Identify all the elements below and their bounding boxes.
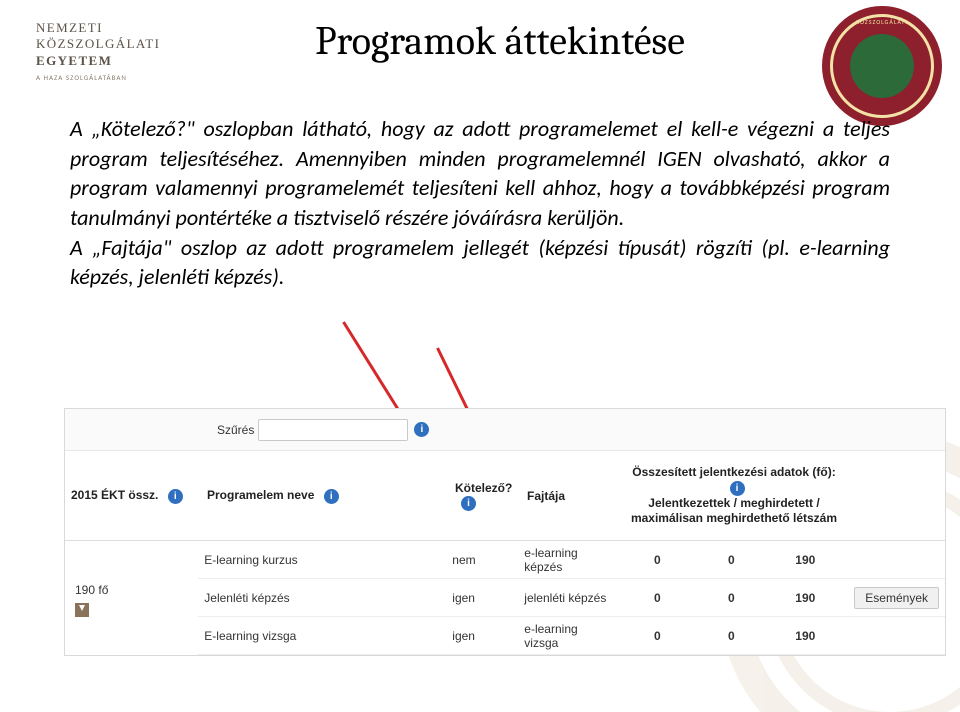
filter-row: Szűrés i: [65, 409, 945, 451]
logo-tagline: A HAZA SZOLGÁLATÁBAN: [36, 73, 206, 82]
summary-qty: 190 fő: [75, 583, 198, 597]
cell-type: e-learning képzés: [518, 546, 614, 574]
th-type: Fajtája: [521, 485, 617, 507]
logo-line-2: KÖZSZOLGÁLATI: [36, 36, 206, 52]
table-row: E-learning vizsga igen e-learning vizsga…: [198, 617, 945, 655]
th-name: Programelem neve i: [201, 484, 449, 508]
events-button[interactable]: Események: [854, 587, 939, 609]
th-summary: 2015 ÉKT össz. i: [65, 484, 201, 508]
cell-agg: 00190: [614, 553, 848, 567]
info-icon[interactable]: i: [168, 489, 183, 504]
table-header: 2015 ÉKT össz. i Programelem neve i Köte…: [65, 451, 945, 541]
cell-required: nem: [446, 553, 518, 567]
filter-label: Szűrés: [217, 423, 254, 437]
summary-column: 190 fő: [65, 577, 198, 620]
cell-agg: 00190: [614, 591, 848, 605]
logo-line-1: NEMZETI: [36, 20, 206, 36]
th-actions: [851, 492, 945, 500]
logo-line-3: EGYETEM: [36, 53, 206, 69]
cell-name: Jelenléti képzés: [198, 591, 446, 605]
body-paragraph: A „Kötelező?" oszlopban látható, hogy az…: [70, 114, 890, 292]
table-row: Jelenléti képzés igen jelenléti képzés 0…: [198, 579, 945, 617]
filter-input[interactable]: [258, 419, 408, 441]
download-icon[interactable]: [75, 603, 89, 617]
cell-name: E-learning kurzus: [198, 553, 446, 567]
cell-name: E-learning vizsga: [198, 629, 446, 643]
th-required: Kötelező? i: [449, 477, 521, 515]
university-logo-left: NEMZETI KÖZSZOLGÁLATI EGYETEM A HAZA SZO…: [36, 20, 206, 82]
body-text: A „Kötelező?" oszlopban látható, hogy az…: [70, 115, 890, 290]
program-table: Szűrés i 2015 ÉKT össz. i Programelem ne…: [64, 408, 946, 656]
cell-agg: 00190: [614, 629, 848, 643]
cell-required: igen: [446, 629, 518, 643]
table-body: E-learning kurzus nem e-learning képzés …: [198, 541, 945, 655]
slide: NEMZETI KÖZSZOLGÁLATI EGYETEM A HAZA SZO…: [0, 0, 960, 712]
info-icon[interactable]: i: [730, 481, 745, 496]
university-seal-right: KÖZSZOLGÁLATI: [822, 6, 942, 126]
table-row: E-learning kurzus nem e-learning képzés …: [198, 541, 945, 579]
info-icon[interactable]: i: [461, 496, 476, 511]
cell-required: igen: [446, 591, 518, 605]
cell-type: jelenléti képzés: [518, 591, 614, 605]
info-icon[interactable]: i: [414, 422, 429, 437]
cell-action: Események: [848, 587, 945, 609]
slide-title: Programok áttekintése: [200, 18, 800, 64]
th-aggregate: Összesített jelentkezési adatok (fő): i …: [617, 461, 851, 531]
cell-type: e-learning vizsga: [518, 622, 614, 650]
info-icon[interactable]: i: [324, 489, 339, 504]
